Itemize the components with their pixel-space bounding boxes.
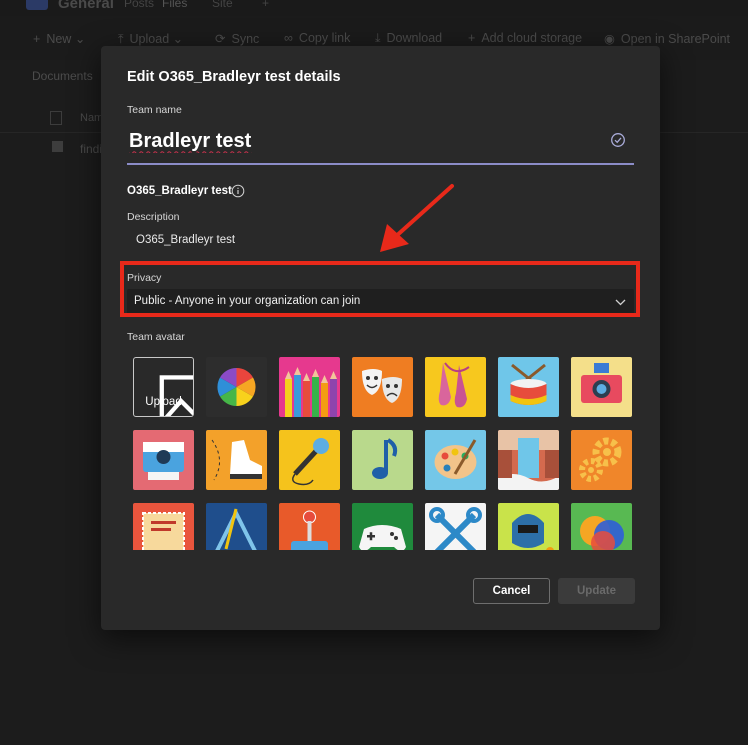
color-wheel-icon (206, 357, 267, 417)
update-button[interactable]: Update (558, 578, 635, 604)
team-icon (26, 0, 48, 10)
avatar-stamp[interactable] (133, 503, 194, 550)
avatar-drafting-tools[interactable] (206, 503, 267, 550)
avatar-joystick[interactable] (279, 503, 340, 550)
privacy-selected-value: Public - Anyone in your organization can… (134, 295, 361, 307)
camera-icon (571, 357, 632, 417)
download-icon: ⤓ (375, 31, 381, 45)
avatar-grid: Upload (133, 357, 638, 550)
upload-icon: ⤒ (118, 32, 124, 46)
file-type-icon (50, 111, 62, 125)
column-header-name[interactable]: Nam (80, 112, 103, 124)
team-name-input[interactable] (127, 122, 601, 160)
privacy-label: Privacy (127, 272, 162, 284)
avatar-color-circles[interactable] (571, 503, 632, 550)
avatar-waterfall[interactable] (498, 430, 559, 490)
tab-posts[interactable]: Posts (124, 0, 154, 10)
game-controller-icon (352, 503, 413, 550)
avatar-pencils[interactable] (279, 357, 340, 417)
avatar-gears[interactable] (571, 430, 632, 490)
copy-link-button[interactable]: ∞ Copy link (284, 31, 350, 45)
description-value[interactable]: O365_Bradleyr test (136, 234, 235, 246)
ballet-shoes-icon (425, 357, 486, 417)
avatar-instant-camera[interactable] (133, 430, 194, 490)
tab-files[interactable]: Files (162, 0, 187, 10)
joystick-icon (279, 503, 340, 550)
music-note-icon (352, 430, 413, 490)
sync-button[interactable]: ⟳ Sync (215, 31, 259, 46)
theater-masks-icon (352, 357, 413, 417)
team-avatar-label: Team avatar (127, 331, 185, 343)
drafting-tools-icon (206, 503, 267, 550)
avatar-color-wheel[interactable] (206, 357, 267, 417)
avatar-theater-masks[interactable] (352, 357, 413, 417)
app-header: General Posts Files Site + (0, 0, 748, 16)
color-circles-icon (571, 503, 632, 550)
tab-add[interactable]: + (262, 0, 269, 10)
avatar-paint-palette[interactable] (425, 430, 486, 490)
group-name: O365_Bradleyr test (127, 185, 232, 197)
privacy-dropdown[interactable]: Public - Anyone in your organization can… (127, 289, 634, 315)
cancel-button[interactable]: Cancel (473, 578, 550, 604)
description-label: Description (127, 211, 180, 223)
sharepoint-icon: ◉ (604, 32, 615, 46)
pencils-icon (279, 357, 340, 417)
chevron-down-icon: ⌄ (172, 32, 184, 46)
avatar-welder[interactable] (498, 503, 559, 550)
plus-icon: + (33, 32, 41, 46)
microphone-icon (279, 430, 340, 490)
avatar-game-controller[interactable] (352, 503, 413, 550)
avatar-sneaker[interactable] (206, 430, 267, 490)
row-checkbox[interactable] (52, 141, 63, 152)
check-circle-icon (611, 133, 625, 147)
file-row[interactable]: findi (80, 142, 102, 156)
open-in-sharepoint-button[interactable]: ◉ Open in SharePoint (604, 31, 730, 46)
edit-team-dialog: Edit O365_Bradleyr test details Team nam… (101, 46, 660, 630)
add-cloud-storage-button[interactable]: + Add cloud storage (468, 31, 582, 45)
sneaker-icon (206, 430, 267, 490)
link-icon: ∞ (284, 31, 293, 45)
channel-title: General (58, 0, 114, 12)
upload-avatar-button[interactable]: Upload (133, 357, 194, 417)
chevron-down-icon (615, 299, 626, 306)
new-button[interactable]: + New ⌄ (33, 31, 85, 46)
dialog-title: Edit O365_Bradleyr test details (127, 69, 341, 85)
avatar-ballet-shoes[interactable] (425, 357, 486, 417)
avatar-tools[interactable] (425, 503, 486, 550)
upload-button[interactable]: ⤒ Upload ⌄ (118, 31, 183, 47)
team-name-label: Team name (127, 104, 182, 116)
avatar-microphone[interactable] (279, 430, 340, 490)
tools-icon (425, 503, 486, 550)
avatar-camera[interactable] (571, 357, 632, 417)
team-name-field (127, 122, 634, 165)
avatar-music-note[interactable] (352, 430, 413, 490)
paint-palette-icon (425, 430, 486, 490)
plus-icon: + (468, 31, 476, 45)
download-button[interactable]: ⤓ Download (375, 31, 442, 46)
stamp-icon (133, 503, 194, 550)
image-icon (159, 375, 193, 416)
avatar-drum[interactable] (498, 357, 559, 417)
info-icon[interactable] (231, 184, 245, 198)
waterfall-icon (498, 430, 559, 490)
drum-icon (498, 357, 559, 417)
gears-icon (571, 430, 632, 490)
welder-icon (498, 503, 559, 550)
instant-camera-icon (133, 430, 194, 490)
breadcrumb[interactable]: Documents (32, 69, 93, 83)
sync-icon: ⟳ (215, 32, 226, 46)
tab-site[interactable]: Site (212, 0, 233, 10)
chevron-down-icon: ⌄ (74, 32, 86, 46)
upload-label: Upload (145, 396, 182, 408)
